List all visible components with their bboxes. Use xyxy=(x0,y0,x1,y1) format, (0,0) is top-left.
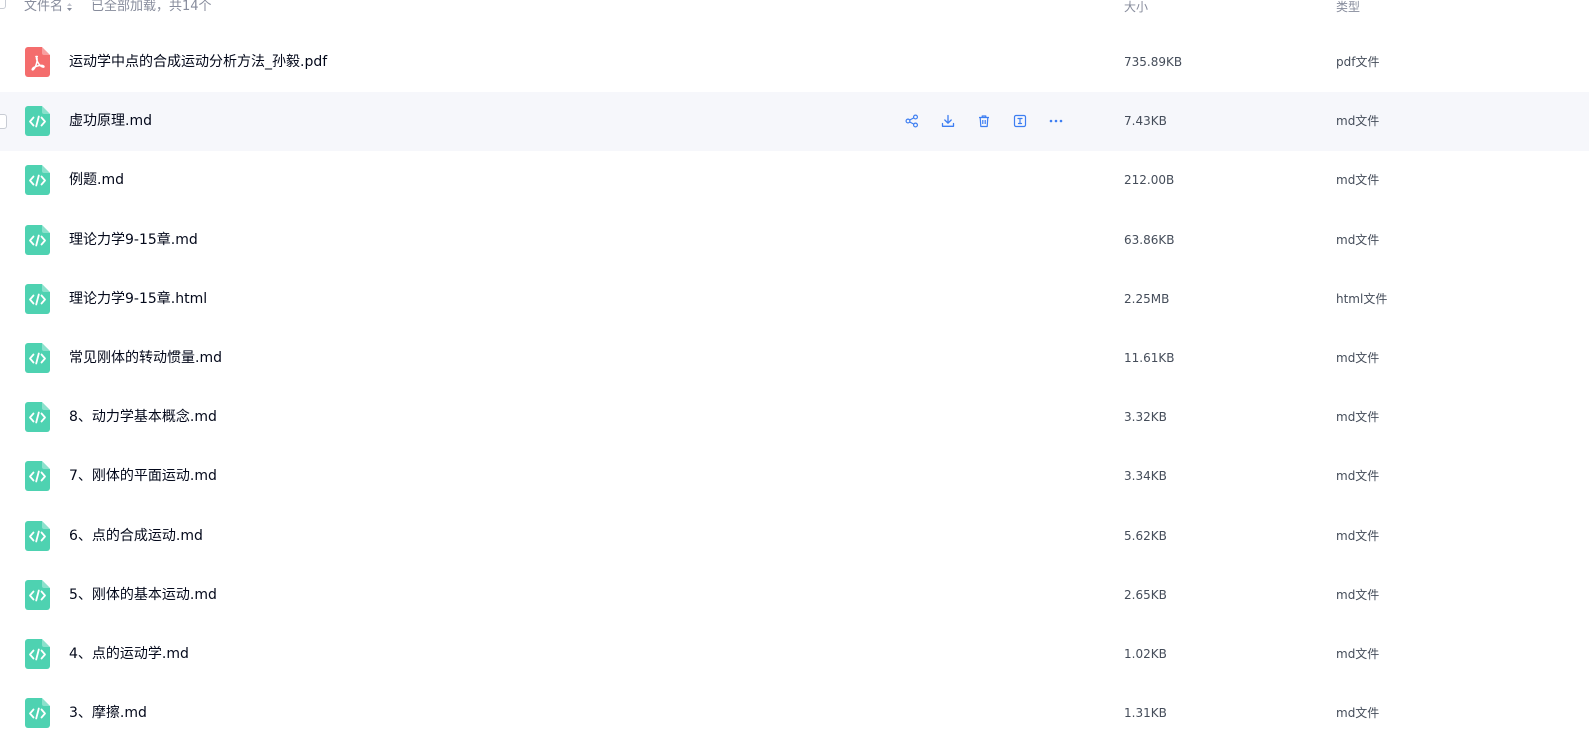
code-file-icon xyxy=(25,165,50,196)
file-row[interactable]: 运动学中点的合成运动分析方法_孙毅.pdf 735.89KB pdf文件 xyxy=(0,33,1589,92)
file-name[interactable]: 7、刚体的平面运动.md xyxy=(69,467,217,485)
file-size: 63.86KB xyxy=(1124,232,1175,247)
code-file-icon xyxy=(25,342,50,373)
file-name[interactable]: 例题.md xyxy=(69,171,124,189)
file-row[interactable]: 虚功原理.md 7.43KB md文件 xyxy=(0,92,1589,152)
file-name[interactable]: 5、刚体的基本运动.md xyxy=(69,586,217,604)
file-type: md文件 xyxy=(1336,646,1380,661)
code-file-icon xyxy=(25,698,50,729)
code-file-icon xyxy=(25,461,50,492)
select-all-checkbox[interactable] xyxy=(0,0,6,9)
file-type: md文件 xyxy=(1336,350,1380,365)
file-name[interactable]: 4、点的运动学.md xyxy=(69,645,189,663)
row-checkbox[interactable] xyxy=(0,114,7,130)
column-header-name[interactable]: 文件名 xyxy=(24,0,73,14)
file-name[interactable]: 运动学中点的合成运动分析方法_孙毅.pdf xyxy=(69,53,327,71)
file-row[interactable]: 常见刚体的转动惯量.md 11.61KB md文件 xyxy=(0,329,1589,388)
code-file-icon xyxy=(25,224,50,255)
file-type: md文件 xyxy=(1336,410,1380,425)
rename-icon xyxy=(1013,114,1027,128)
code-file-icon xyxy=(25,638,50,669)
file-row[interactable]: 7、刚体的平面运动.md 3.34KB md文件 xyxy=(0,447,1589,506)
delete-button[interactable] xyxy=(970,107,998,135)
file-row[interactable]: 5、刚体的基本运动.md 2.65KB md文件 xyxy=(0,566,1589,625)
delete-icon xyxy=(977,114,991,128)
file-row[interactable]: 3、摩擦.md 1.31KB md文件 xyxy=(0,684,1589,743)
file-row[interactable]: 例题.md 212.00B md文件 xyxy=(0,151,1589,210)
file-row[interactable]: 4、点的运动学.md 1.02KB md文件 xyxy=(0,625,1589,684)
file-type: html文件 xyxy=(1336,291,1388,306)
share-icon xyxy=(905,114,919,128)
file-row[interactable]: 6、点的合成运动.md 5.62KB md文件 xyxy=(0,507,1589,566)
file-type: md文件 xyxy=(1336,706,1380,721)
sort-icon[interactable] xyxy=(66,2,73,12)
file-size: 735.89KB xyxy=(1124,55,1183,69)
file-name[interactable]: 理论力学9-15章.html xyxy=(69,290,207,308)
file-size: 2.25MB xyxy=(1124,291,1170,306)
file-type: md文件 xyxy=(1336,469,1380,484)
share-button[interactable] xyxy=(898,107,926,135)
file-name[interactable]: 6、点的合成运动.md xyxy=(69,527,203,545)
file-list-header: 文件名 已全部加载，共14个 大小 类型 xyxy=(0,0,1589,16)
rename-button[interactable] xyxy=(1006,107,1034,135)
file-row[interactable]: 理论力学9-15章.html 2.25MB html文件 xyxy=(0,270,1589,329)
download-button[interactable] xyxy=(934,107,962,135)
file-size: 3.34KB xyxy=(1124,469,1167,484)
file-size: 7.43KB xyxy=(1124,114,1167,129)
file-name[interactable]: 8、动力学基本概念.md xyxy=(69,408,217,426)
code-file-icon xyxy=(25,520,50,551)
column-header-size[interactable]: 大小 xyxy=(1124,0,1148,14)
file-row[interactable]: 8、动力学基本概念.md 3.32KB md文件 xyxy=(0,388,1589,447)
file-size: 3.32KB xyxy=(1124,410,1167,425)
load-status: 已全部加载，共14个 xyxy=(91,0,212,14)
file-type: md文件 xyxy=(1336,587,1380,602)
file-list: 运动学中点的合成运动分析方法_孙毅.pdf 735.89KB pdf文件 虚功原理.… xyxy=(0,33,1589,743)
file-type: md文件 xyxy=(1336,173,1380,188)
code-file-icon xyxy=(25,106,50,137)
more-button[interactable] xyxy=(1042,107,1070,135)
file-size: 5.62KB xyxy=(1124,528,1167,543)
file-size: 1.02KB xyxy=(1124,646,1167,661)
code-file-icon xyxy=(25,283,50,314)
download-icon xyxy=(941,114,955,128)
file-size: 1.31KB xyxy=(1124,706,1167,721)
file-name[interactable]: 理论力学9-15章.md xyxy=(69,231,198,249)
file-size: 212.00B xyxy=(1124,173,1175,188)
code-file-icon xyxy=(25,402,50,433)
file-type: md文件 xyxy=(1336,232,1380,247)
file-type: md文件 xyxy=(1336,528,1380,543)
row-actions xyxy=(898,107,1078,135)
file-row[interactable]: 理论力学9-15章.md 63.86KB md文件 xyxy=(0,211,1589,270)
file-size: 11.61KB xyxy=(1124,350,1175,365)
file-name[interactable]: 常见刚体的转动惯量.md xyxy=(69,349,222,367)
file-type: pdf文件 xyxy=(1336,55,1380,69)
file-size: 2.65KB xyxy=(1124,587,1167,602)
column-header-name-label: 文件名 xyxy=(24,0,64,14)
code-file-icon xyxy=(25,579,50,610)
more-icon xyxy=(1048,114,1064,128)
column-header-type[interactable]: 类型 xyxy=(1336,0,1360,14)
file-name[interactable]: 虚功原理.md xyxy=(69,112,152,130)
pdf-file-icon xyxy=(25,47,50,77)
file-type: md文件 xyxy=(1336,114,1380,129)
file-name[interactable]: 3、摩擦.md xyxy=(69,704,147,722)
